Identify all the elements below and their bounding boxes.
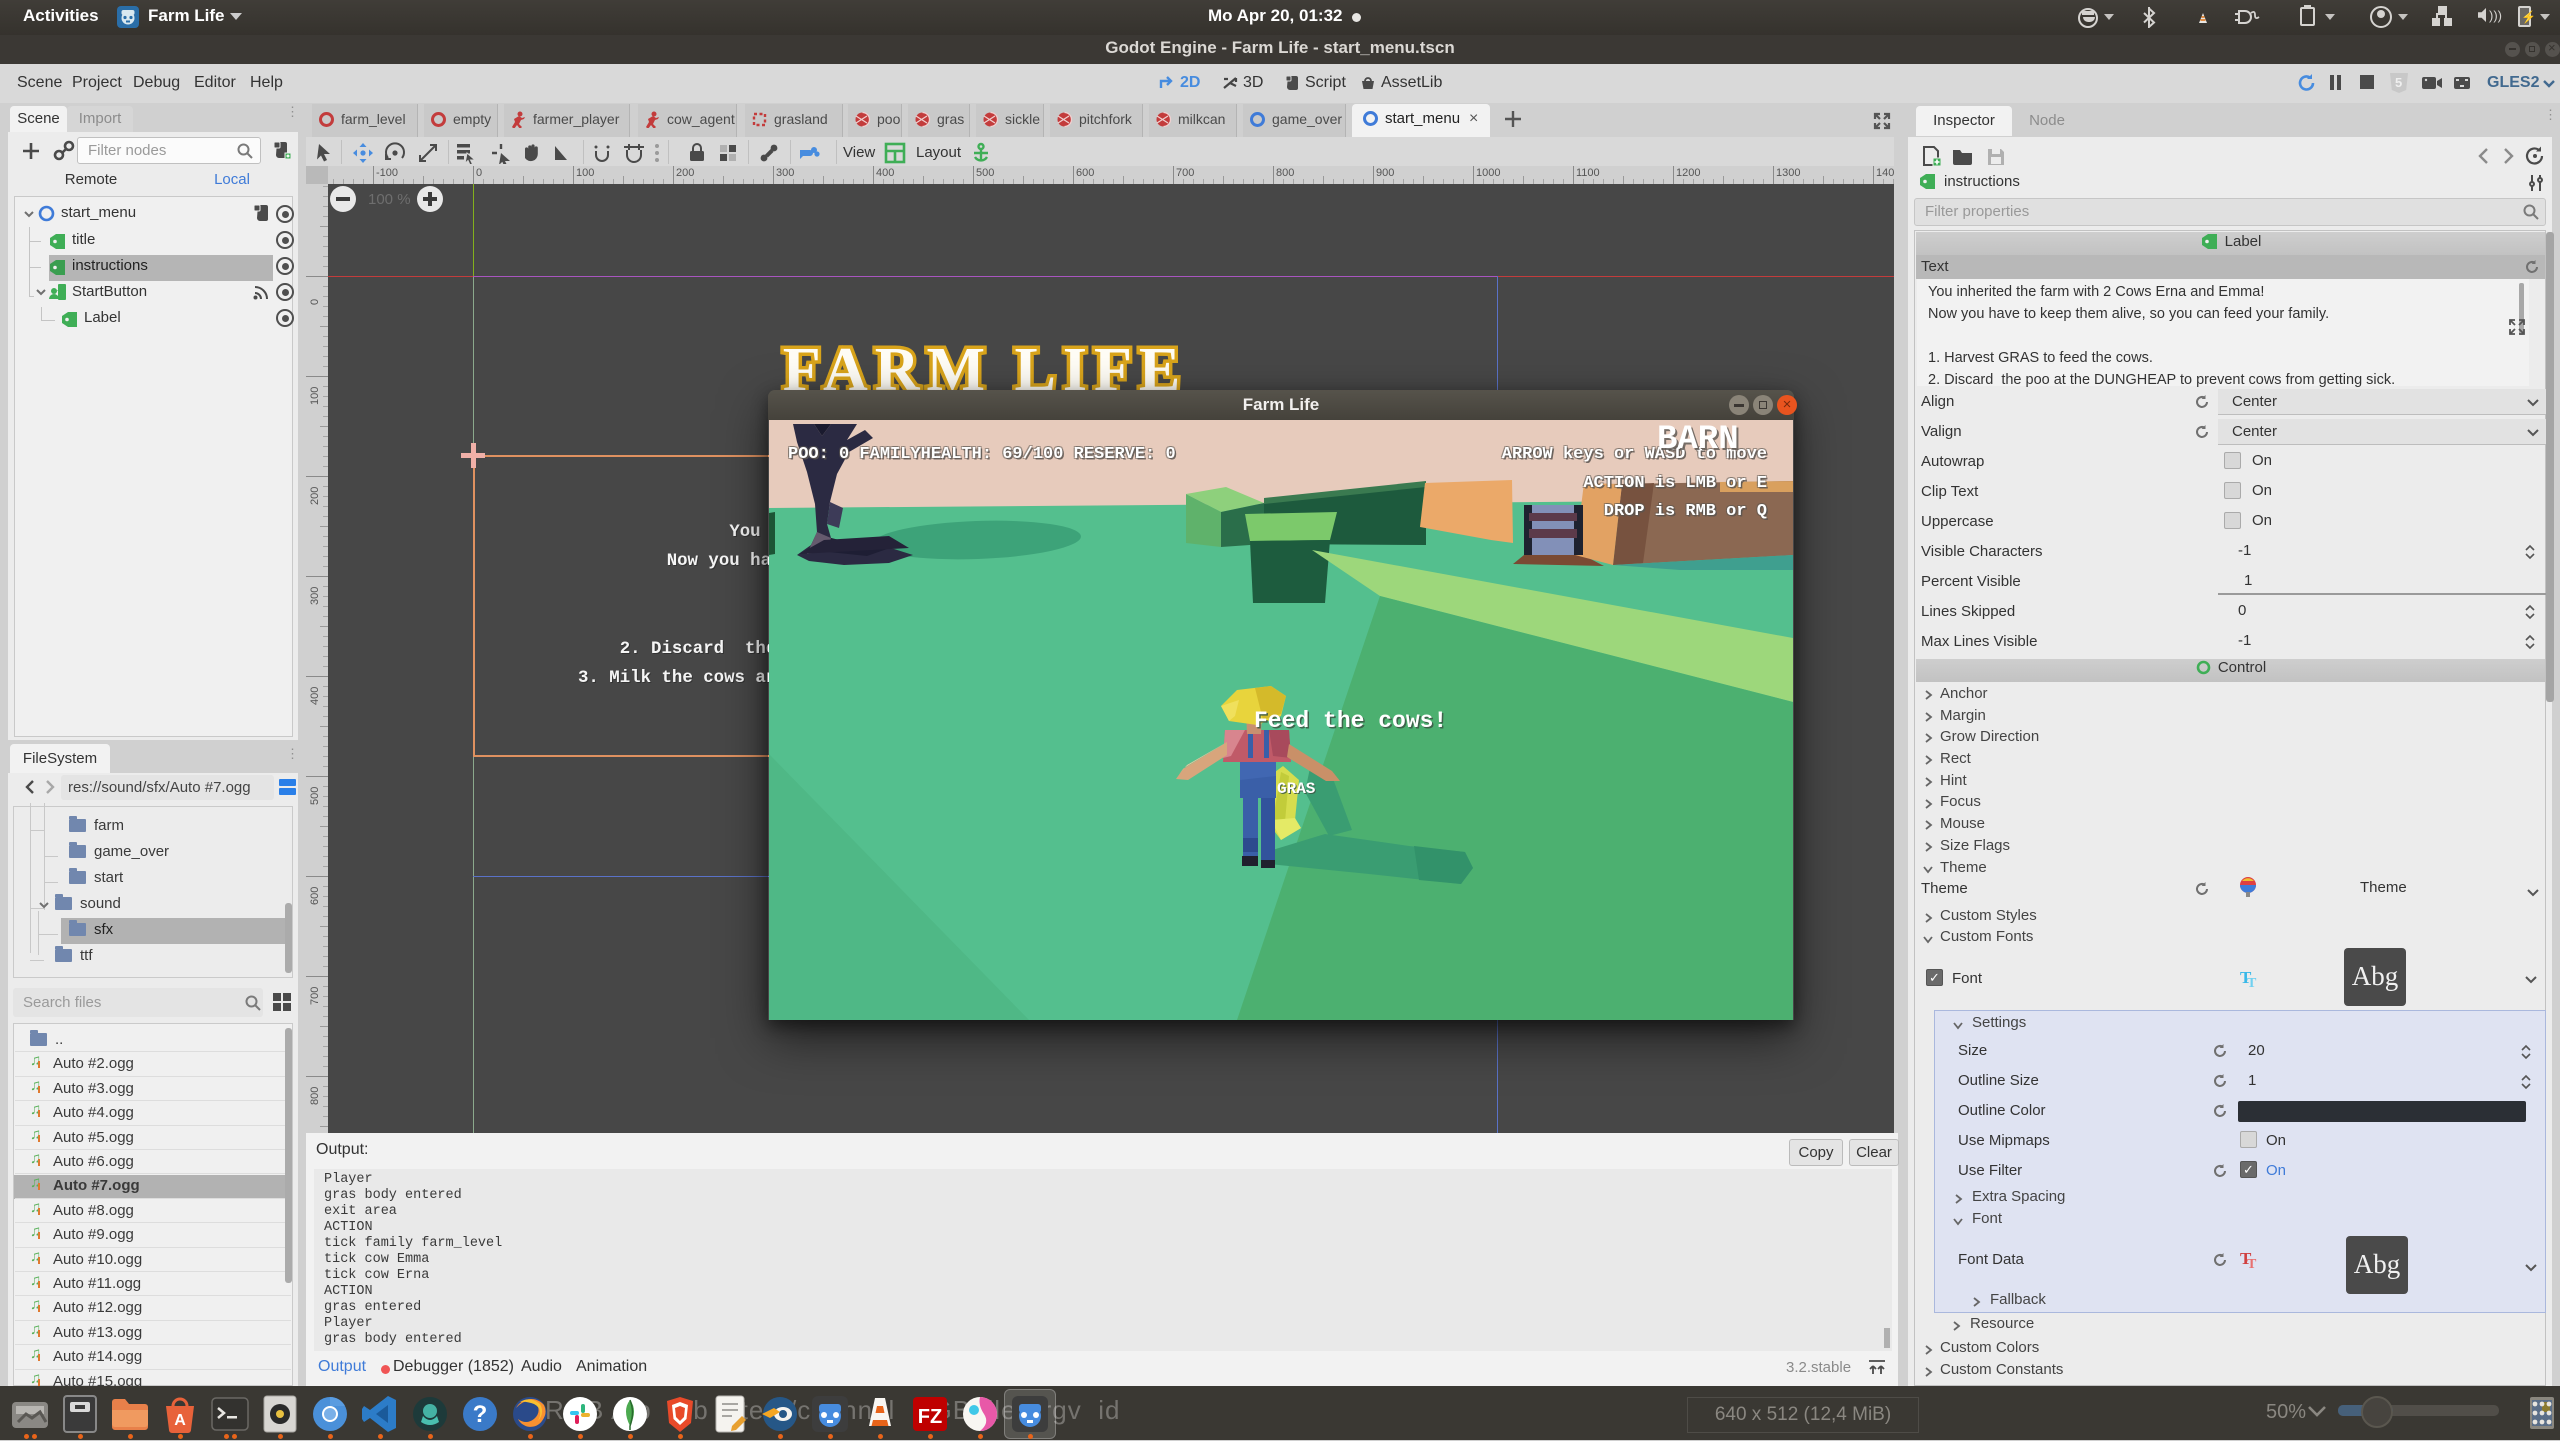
svg-text:T: T	[2247, 1257, 2257, 1272]
svg-text:T: T	[2247, 976, 2257, 991]
